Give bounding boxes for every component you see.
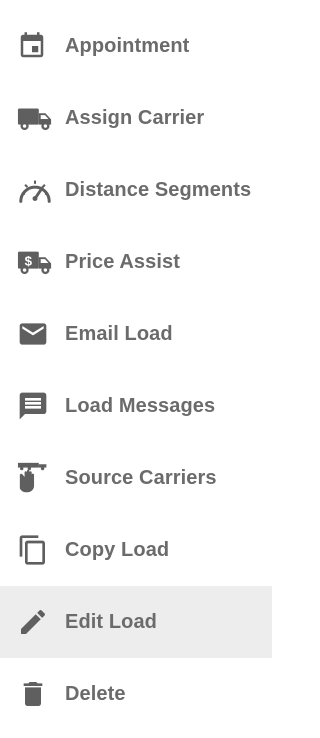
truck-icon: [17, 100, 53, 136]
menu-item-appointment[interactable]: Appointment: [0, 10, 272, 82]
envelope-icon: [17, 316, 53, 352]
svg-text:$: $: [25, 253, 33, 268]
menu-item-copy-load[interactable]: Copy Load: [0, 514, 272, 586]
hand-truck-icon: [17, 460, 53, 496]
dollar-truck-icon: $: [17, 244, 53, 280]
menu-item-label: Distance Segments: [65, 178, 252, 201]
menu-item-label: Appointment: [65, 34, 190, 57]
copy-icon: [17, 532, 53, 568]
pencil-icon: [17, 604, 53, 640]
menu-item-label: Price Assist: [65, 250, 180, 273]
menu-item-label: Source Carriers: [65, 466, 217, 489]
calendar-icon: [17, 28, 53, 64]
trash-icon: [17, 676, 53, 712]
menu-item-label: Email Load: [65, 322, 173, 345]
menu-item-label: Load Messages: [65, 394, 216, 417]
menu-item-distance-segments[interactable]: Distance Segments: [0, 154, 272, 226]
menu-item-assign-carrier[interactable]: Assign Carrier: [0, 82, 272, 154]
menu-item-email-load[interactable]: Email Load: [0, 298, 272, 370]
action-menu: Appointment Assign Carrier Distance Segm…: [0, 0, 272, 738]
menu-item-label: Assign Carrier: [65, 106, 205, 129]
speedometer-icon: [17, 172, 53, 208]
menu-item-price-assist[interactable]: $ Price Assist: [0, 226, 272, 298]
menu-item-load-messages[interactable]: Load Messages: [0, 370, 272, 442]
menu-item-delete[interactable]: Delete: [0, 658, 272, 730]
menu-item-label: Copy Load: [65, 538, 170, 561]
menu-item-source-carriers[interactable]: Source Carriers: [0, 442, 272, 514]
menu-item-label: Delete: [65, 682, 126, 705]
menu-item-label: Edit Load: [65, 610, 158, 633]
menu-item-edit-load[interactable]: Edit Load: [0, 586, 272, 658]
message-icon: [17, 388, 53, 424]
